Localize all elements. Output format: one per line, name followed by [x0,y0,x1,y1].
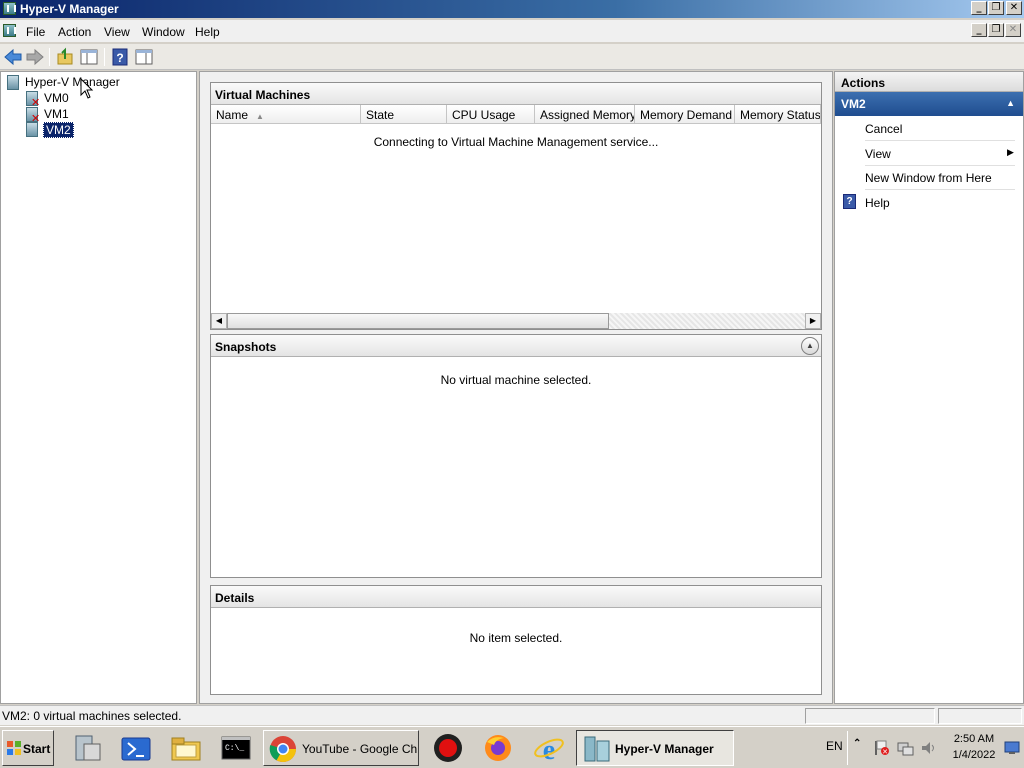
file-explorer-icon[interactable] [170,732,202,764]
column-memory-demand[interactable]: Memory Demand [635,105,735,124]
up-folder-icon[interactable] [55,47,75,67]
status-text: VM2: 0 virtual machines selected. [2,709,182,723]
svg-text:C:\_: C:\_ [225,744,244,753]
chrome-window-label: YouTube - Google Ch... [302,742,419,756]
column-name[interactable]: Name ▲ [211,105,361,124]
show-hide-tree-icon[interactable] [79,47,99,67]
internet-explorer-icon[interactable]: e [533,732,565,764]
snapshots-header: Snapshots [211,335,821,357]
menu-bar: File Action View Window Help _ ❐ ✕ [0,20,1024,42]
action-new-window-from-here[interactable]: New Window from Here [865,171,992,185]
action-view[interactable]: View [865,147,891,161]
scrollbar-thumb[interactable] [227,313,609,329]
horizontal-scrollbar[interactable]: ◀ ▶ [211,313,821,329]
forward-arrow-icon[interactable] [25,47,45,67]
child-minimize-button[interactable]: _ [971,23,987,37]
collapse-up-icon[interactable]: ▲ [1006,98,1015,108]
column-memory-status[interactable]: Memory Status [735,105,821,124]
clock-date[interactable]: 1/4/2022 [944,749,1004,761]
back-arrow-icon[interactable] [3,47,23,67]
vm-stopped-icon: ✕ [25,91,41,108]
status-segment [938,708,1022,724]
snapshots-status-message: No virtual machine selected. [440,373,592,387]
start-button[interactable]: Start [2,730,54,766]
status-bar: VM2: 0 virtual machines selected. [0,705,1024,725]
command-prompt-icon[interactable]: C:\_ [220,732,252,764]
windows-logo-icon [7,741,21,755]
action-center-flag-icon[interactable]: ✕ [872,739,890,757]
tree-item-vm2-selected[interactable]: VM2 [43,122,74,138]
column-assigned-memory[interactable]: Assigned Memory [535,105,635,124]
window-title: Hyper-V Manager [20,2,119,16]
clock-time[interactable]: 2:50 AM [944,733,1004,745]
snapshots-panel: Snapshots ▲ No virtual machine selected. [210,334,822,578]
powershell-icon[interactable] [120,732,152,764]
scroll-left-icon[interactable]: ◀ [211,313,227,329]
sort-ascending-icon: ▲ [256,112,264,121]
language-indicator[interactable]: EN [826,739,843,753]
start-label: Start [23,742,51,756]
virtual-machines-header: Virtual Machines [211,83,821,105]
vm-icon [25,122,41,138]
minimize-button[interactable]: _ [971,1,987,15]
svg-text:✕: ✕ [882,748,888,756]
title-bar[interactable]: Hyper-V Manager _ ❐ ✕ [0,0,1024,18]
column-state[interactable]: State [361,105,447,124]
help-icon[interactable]: ? [110,47,130,67]
toolbar: ? [0,44,1024,70]
tree-item-vm0[interactable]: VM0 [44,91,69,105]
taskbar-hyperv-button[interactable]: Hyper-V Manager [576,730,734,766]
actions-section-vm2[interactable]: VM2 ▲ [835,92,1023,116]
tree-item-vm1[interactable]: VM1 [44,107,69,121]
menu-action[interactable]: Action [58,25,91,39]
record-icon[interactable] [432,732,464,764]
action-help[interactable]: Help [865,196,890,210]
help-icon: ? [843,194,856,209]
actions-pane: Actions VM2 ▲ Cancel View ▶ New Window f… [834,71,1024,704]
menu-view[interactable]: View [104,25,130,39]
close-button[interactable]: ✕ [1006,1,1022,15]
child-restore-button[interactable]: ❐ [988,23,1004,37]
vm-list-status-message: Connecting to Virtual Machine Management… [373,135,659,149]
column-cpu-usage[interactable]: CPU Usage [447,105,535,124]
actions-header: Actions [835,72,1023,92]
mmc-icon[interactable] [3,24,16,37]
hyperv-manager-icon [584,736,610,762]
action-cancel[interactable]: Cancel [865,122,902,136]
scroll-right-icon[interactable]: ▶ [805,313,821,329]
show-hidden-icons-chevron-icon[interactable]: ⌃ [853,738,861,749]
vm-stopped-icon: ✕ [25,107,41,124]
hyperv-app-icon [3,2,16,15]
network-icon[interactable] [896,739,914,757]
mouse-cursor-icon [80,78,94,99]
server-manager-icon[interactable] [72,732,104,764]
restore-button[interactable]: ❐ [988,1,1004,15]
results-pane: Virtual Machines Name ▲ State CPU Usage A… [199,71,833,704]
details-panel: Details No item selected. [210,585,822,695]
hyperv-window-label: Hyper-V Manager [615,742,714,756]
submenu-arrow-icon: ▶ [1007,147,1014,157]
volume-icon[interactable] [920,739,938,757]
tree-root-hyperv-manager[interactable]: Hyper-V Manager [25,75,120,89]
show-desktop-icon[interactable] [1004,739,1020,755]
details-header: Details [211,586,821,608]
show-hide-action-pane-icon[interactable] [134,47,154,67]
svg-text:?: ? [116,51,123,65]
child-close-button[interactable]: ✕ [1005,23,1021,37]
console-tree: Hyper-V Manager ✕ VM0 ✕ VM1 VM2 [0,71,197,704]
actions-section-label: VM2 [841,97,866,111]
chrome-icon [269,736,297,763]
hyperv-server-icon [6,75,22,91]
menu-window[interactable]: Window [142,25,185,39]
taskbar-chrome-button[interactable]: YouTube - Google Ch... [263,730,419,766]
menu-file[interactable]: File [26,25,45,39]
collapse-up-icon[interactable]: ▲ [801,337,819,355]
virtual-machines-panel: Virtual Machines Name ▲ State CPU Usage A… [210,82,822,330]
taskbar: Start C:\_ YouTube - Google Ch... e Hype… [0,726,1024,768]
firefox-icon[interactable] [482,732,514,764]
details-status-message: No item selected. [469,631,563,645]
status-segment [805,708,935,724]
menu-help[interactable]: Help [195,25,220,39]
